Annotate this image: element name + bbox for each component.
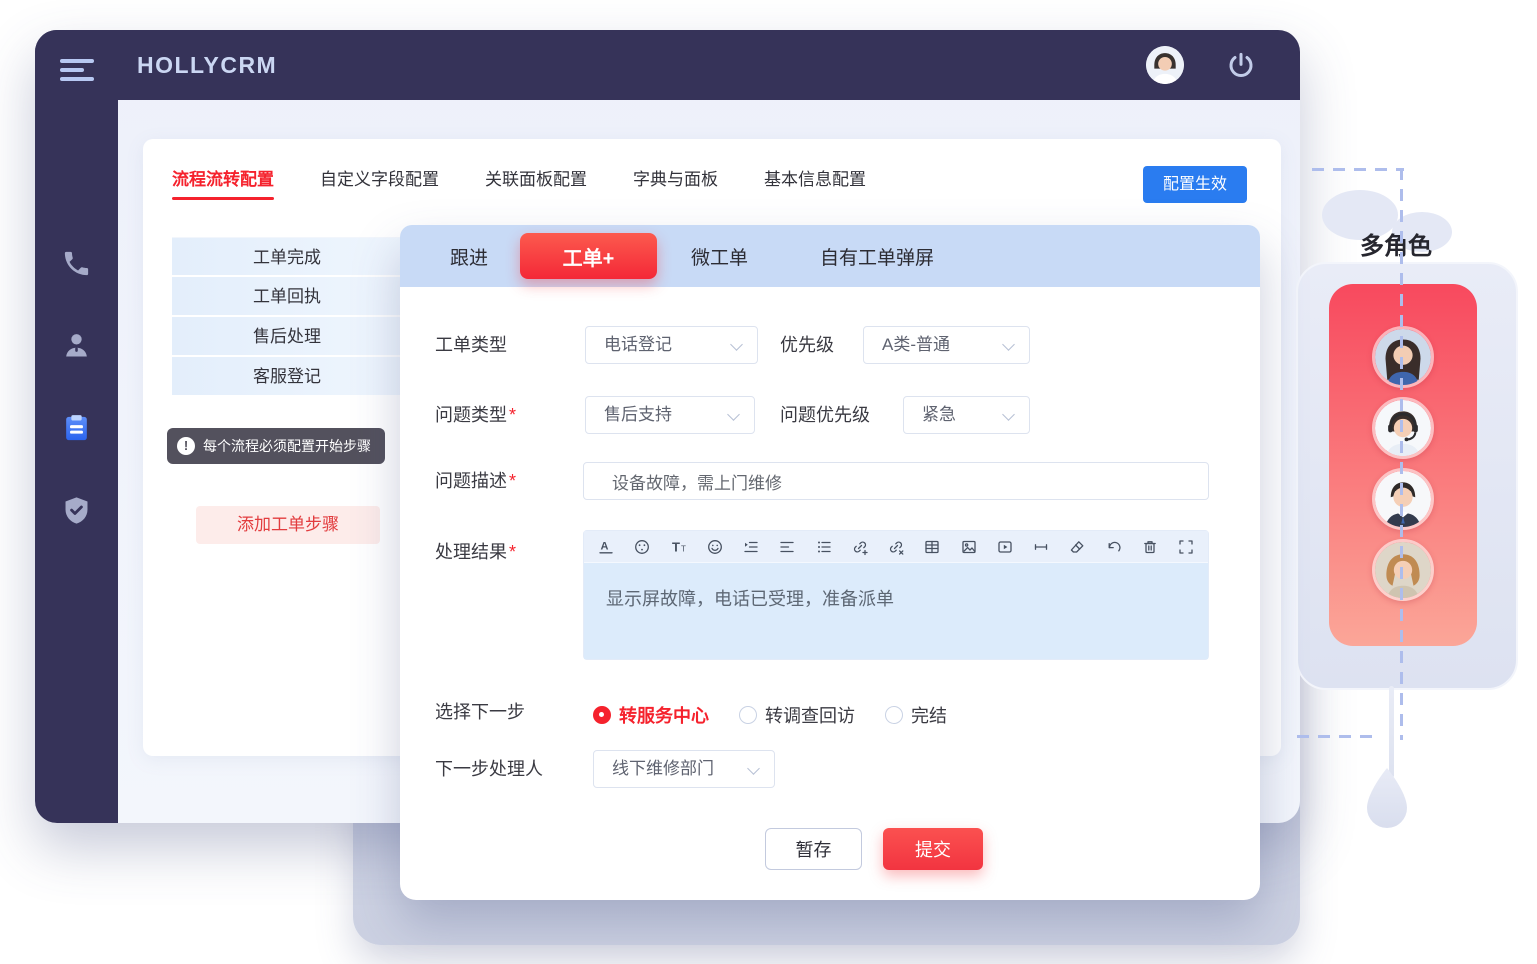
fullscreen-icon[interactable] [1177,538,1195,556]
dashed-line-top [1312,168,1404,171]
ticket-type-label: 工单类型 [435,326,507,364]
align-icon[interactable] [778,538,796,556]
apply-config-button[interactable]: 配置生效 [1143,166,1247,203]
radio-dot-icon [885,706,903,724]
drop-stem-decoration [1389,686,1394,778]
modal-tab-microticket[interactable]: 微工单 [691,243,748,270]
tab-custom-fields[interactable]: 自定义字段配置 [320,165,439,200]
priority-label: 优先级 [780,326,834,364]
svg-text:T: T [672,539,680,554]
svg-text:T: T [681,544,686,553]
submit-button[interactable]: 提交 [883,828,983,870]
brand-logo: HOLLYCRM [137,30,277,100]
male-agent-avatar [1372,468,1434,530]
notice-text: 每个流程必须配置开始步骤 [203,436,371,456]
next-step-label: 选择下一步 [435,693,525,731]
radio-to-service-center[interactable]: 转服务中心 [593,702,709,728]
issue-type-select[interactable]: 售后支持 [585,396,755,434]
role-panel [1329,284,1477,646]
left-sidebar [35,30,118,823]
modal-tab-own-popup[interactable]: 自有工单弹屏 [820,243,934,270]
divider-icon[interactable] [1032,538,1050,556]
radio-to-survey[interactable]: 转调查回访 [739,702,855,728]
next-handler-select[interactable]: 线下维修部门 [593,750,775,788]
dashed-line-vertical [1400,168,1403,740]
list-item-ticket-complete[interactable]: 工单完成 [172,237,402,277]
eraser-icon[interactable] [1068,538,1086,556]
issue-type-label: 问题类型* [435,396,516,434]
issue-desc-input[interactable] [583,462,1209,500]
add-step-button[interactable]: 添加工单步骤 [196,506,380,544]
female-agent-avatar [1372,326,1434,388]
modal-tab-ticket-active[interactable]: 工单+ [520,233,657,279]
palette-icon[interactable] [633,538,651,556]
table-icon[interactable] [923,538,941,556]
ticket-type-select[interactable]: 电话登记 [585,326,758,364]
screenshot-stage: HOLLYCRM 流程流转配置 自定义字段配置 关联面板配置 字典与面板 基本信… [0,0,1537,964]
font-style-icon[interactable]: A [597,538,615,556]
worksheet-icon[interactable] [61,413,92,444]
ticket-modal: 跟进 工单+ 微工单 自有工单弹屏 工单类型 电话登记 优先级 A类-普通 问题… [400,225,1260,900]
multi-role-title: 多角色 [1360,226,1432,261]
top-header: HOLLYCRM [35,30,1300,100]
power-logout-icon[interactable] [1226,50,1256,80]
tab-linked-panel[interactable]: 关联面板配置 [485,165,587,200]
modal-tabbar: 跟进 工单+ 微工单 自有工单弹屏 [400,225,1260,287]
delete-icon[interactable] [1141,538,1159,556]
config-tabs: 流程流转配置 自定义字段配置 关联面板配置 字典与面板 基本信息配置 [172,165,866,200]
undo-icon[interactable] [1105,538,1123,556]
link-add-icon[interactable] [851,538,869,556]
workflow-step-list: 工单完成 工单回执 售后处理 客服登记 [172,237,402,397]
list-item-ticket-receipt[interactable]: 工单回执 [172,277,402,317]
result-label: 处理结果* [435,533,516,571]
svg-text:A: A [601,540,609,552]
list-icon[interactable] [815,538,833,556]
tab-dictionary-panel[interactable]: 字典与面板 [633,165,718,200]
issue-priority-label: 问题优先级 [780,396,870,434]
link-remove-icon[interactable] [887,538,905,556]
richtext-editor: A TT 显示屏故障，电话已受理，准备派单 [583,530,1209,660]
user-avatar[interactable] [1146,46,1184,84]
save-draft-button[interactable]: 暂存 [765,828,862,870]
next-handler-label: 下一步处理人 [435,750,543,788]
list-item-aftersales[interactable]: 售后处理 [172,317,402,357]
blonde-agent-avatar [1372,539,1434,601]
menu-icon[interactable] [60,59,94,86]
exclamation-icon: ! [177,437,195,455]
tab-basic-info[interactable]: 基本信息配置 [764,165,866,200]
notice-tooltip: ! 每个流程必须配置开始步骤 [167,428,385,464]
headset-agent-avatar [1372,397,1434,459]
list-item-service-register[interactable]: 客服登记 [172,357,402,397]
modal-tab-follow[interactable]: 跟进 [450,243,488,270]
issue-desc-label: 问题描述* [435,462,516,500]
editor-content[interactable]: 显示屏故障，电话已受理，准备派单 [584,563,1208,659]
teardrop-decoration [1359,768,1415,839]
editor-toolbar: A TT [584,531,1208,563]
radio-dot-icon [593,706,611,724]
priority-select[interactable]: A类-普通 [863,326,1030,364]
emoji-icon[interactable] [706,538,724,556]
contacts-icon[interactable] [61,330,92,361]
radio-finish[interactable]: 完结 [885,702,947,728]
shield-icon[interactable] [61,495,92,526]
dashed-line-bottom [1297,735,1377,738]
radio-dot-icon [739,706,757,724]
next-step-radio-group: 转服务中心 转调查回访 完结 [593,702,947,728]
image-icon[interactable] [960,538,978,556]
font-size-icon[interactable]: TT [670,538,688,556]
phone-icon[interactable] [61,248,92,279]
issue-priority-select[interactable]: 紧急 [903,396,1030,434]
tab-process-flow[interactable]: 流程流转配置 [172,165,274,200]
indent-icon[interactable] [742,538,760,556]
video-icon[interactable] [996,538,1014,556]
